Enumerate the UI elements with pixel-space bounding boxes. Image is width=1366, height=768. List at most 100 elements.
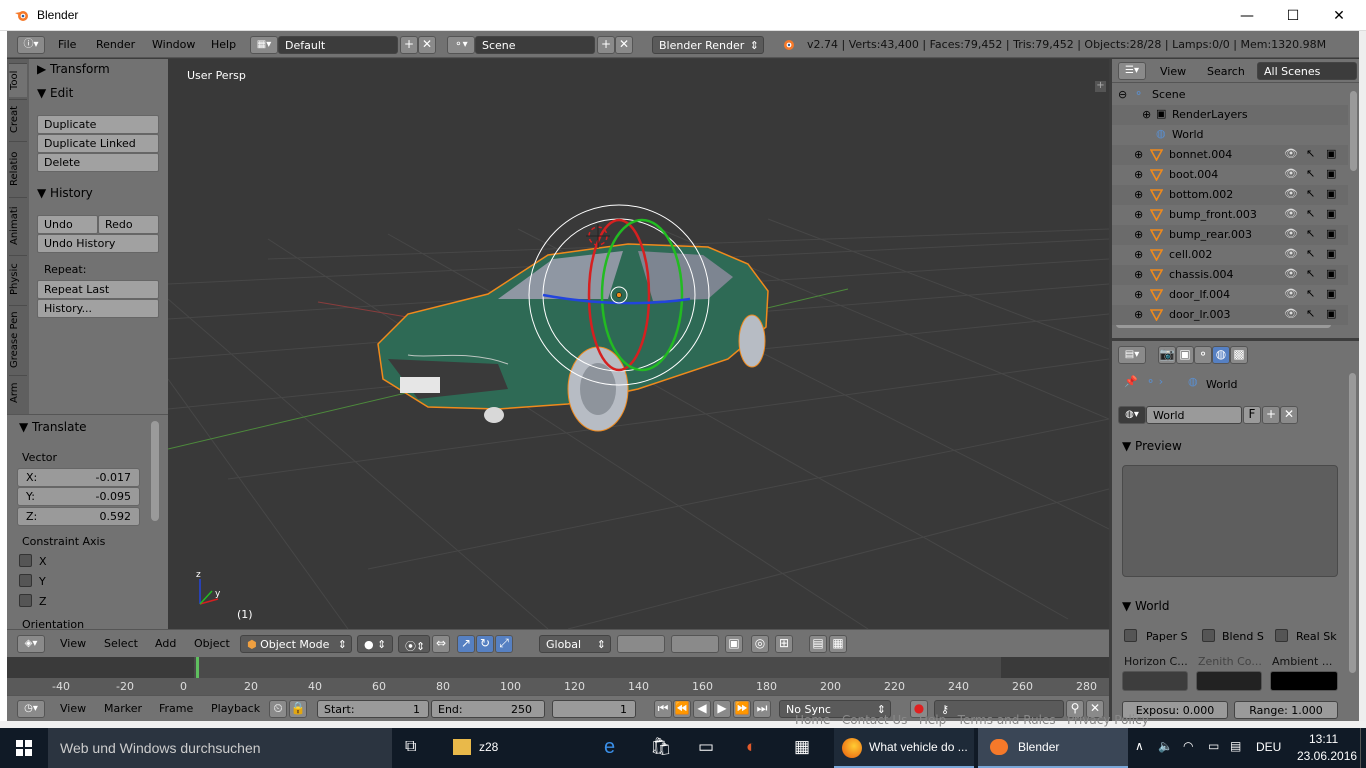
horizon-color-swatch[interactable] xyxy=(1122,671,1188,691)
renderable-camera-icon[interactable]: ▣ xyxy=(1326,287,1336,300)
selectable-cursor-icon[interactable]: ↖ xyxy=(1306,307,1315,320)
constraint-y-checkbox[interactable] xyxy=(19,574,32,587)
duplicate-linked-button[interactable]: Duplicate Linked xyxy=(37,134,159,153)
remove-screen-icon[interactable]: ✕ xyxy=(418,36,436,54)
prev-keyframe-icon[interactable]: ⏪ xyxy=(673,700,691,718)
add-scene-icon[interactable]: + xyxy=(597,36,615,54)
tab-create[interactable]: Creat xyxy=(9,99,27,139)
properties-scrollbar[interactable] xyxy=(1349,373,1356,673)
object-mode-dropdown[interactable]: ⬢ Object Mode ⇕ xyxy=(240,635,352,653)
history-button[interactable]: History... xyxy=(37,299,159,318)
view3d-menu-select[interactable]: Select xyxy=(104,637,138,650)
end-frame-field[interactable]: End: 250 xyxy=(431,700,545,718)
visibility-eye-icon[interactable]: 👁 xyxy=(1284,187,1298,200)
timeline[interactable]: -40 -20 0 20 40 60 80 100 120 140 160 180 200 220 240 2… xyxy=(7,657,1109,695)
prop-tab-render-icon[interactable]: 📷 xyxy=(1158,346,1176,364)
view3d-menu-view[interactable]: View xyxy=(60,637,86,650)
prop-tab-texture-icon[interactable]: ▩ xyxy=(1230,346,1248,364)
screen-layout-field[interactable]: Default xyxy=(278,36,398,54)
vector-y-field[interactable]: Y: -0.095 xyxy=(17,487,140,506)
edge-icon[interactable]: e xyxy=(604,736,615,759)
current-frame-field[interactable]: 1 xyxy=(552,700,636,718)
world-browse-icon[interactable]: ◍▾ xyxy=(1118,406,1146,424)
renderable-camera-icon[interactable]: ▣ xyxy=(1326,227,1336,240)
visibility-eye-icon[interactable]: 👁 xyxy=(1284,227,1298,240)
editor-type-info-icon[interactable]: ⓘ▾ xyxy=(17,36,45,54)
renderable-camera-icon[interactable]: ▣ xyxy=(1326,187,1336,200)
proportional-edit-icon[interactable]: ◎ xyxy=(751,635,769,653)
history-panel-header[interactable]: ▼ History xyxy=(37,186,93,200)
translate-panel-header[interactable]: ▼ Translate xyxy=(19,420,87,434)
paper-sky-checkbox[interactable] xyxy=(1124,629,1137,642)
undo-button[interactable]: Undo xyxy=(37,215,98,234)
manipulator-toggle-icon[interactable]: ⇔ xyxy=(432,635,450,653)
selectable-cursor-icon[interactable]: ↖ xyxy=(1306,207,1315,220)
range-field[interactable]: Range: 1.000 xyxy=(1234,701,1338,719)
selectable-cursor-icon[interactable]: ↖ xyxy=(1306,147,1315,160)
snap-icon[interactable]: ⊞ xyxy=(775,635,793,653)
preview-range-icon[interactable]: ⏲ xyxy=(269,700,287,718)
notifications-icon[interactable]: ▤ xyxy=(1230,739,1241,753)
pin-icon[interactable]: 📌 xyxy=(1124,375,1138,388)
renderable-camera-icon[interactable]: ▣ xyxy=(1326,167,1336,180)
outliner-row-object[interactable]: ⊕ bump_rear.003 👁 ↖ ▣ xyxy=(1112,225,1348,245)
outliner-tree[interactable]: ⊖ ⚬ Scene ⊕ ▣ RenderLayers ◍ World ⊕ bonnet… xyxy=(1112,83,1359,338)
visibility-eye-icon[interactable]: 👁 xyxy=(1284,307,1298,320)
layers-grid-a[interactable] xyxy=(617,635,665,653)
add-screen-icon[interactable]: + xyxy=(400,36,418,54)
renderable-camera-icon[interactable]: ▣ xyxy=(1326,247,1336,260)
outliner-row-object[interactable]: ⊕ bottom.002 👁 ↖ ▣ xyxy=(1112,185,1348,205)
outliner-row-renderlayers[interactable]: ⊕ ▣ RenderLayers xyxy=(1112,105,1348,125)
menu-window[interactable]: Window xyxy=(152,38,195,51)
lock-time-icon[interactable]: 🔒 xyxy=(289,700,307,718)
close-button[interactable]: ✕ xyxy=(1316,0,1362,31)
task-view-icon[interactable]: ⧉ xyxy=(405,738,416,756)
taskbar-firefox[interactable]: What vehicle do ... xyxy=(834,728,974,768)
visibility-eye-icon[interactable]: 👁 xyxy=(1284,167,1298,180)
world-panel-header[interactable]: ▼ World xyxy=(1122,599,1169,613)
taskbar-blender[interactable]: Blender xyxy=(978,728,1128,768)
store-icon[interactable]: 🛍 xyxy=(650,737,672,757)
photos-icon[interactable]: ▭ xyxy=(698,737,714,757)
outliner-row-world[interactable]: ◍ World xyxy=(1112,125,1348,145)
constraint-z-checkbox[interactable] xyxy=(19,594,32,607)
render-animation-icon[interactable]: ▦ xyxy=(829,635,847,653)
timeline-menu-playback[interactable]: Playback xyxy=(211,702,260,715)
editor-type-properties-icon[interactable]: ▤▾ xyxy=(1118,346,1146,364)
manipulator-rotate-icon[interactable]: ↻ xyxy=(476,635,494,653)
outliner-row-object[interactable]: ⊕ bonnet.004 👁 ↖ ▣ xyxy=(1112,145,1348,165)
tab-relations[interactable]: Relatio xyxy=(9,141,27,195)
tab-tool[interactable]: Tool xyxy=(9,63,27,97)
timeline-menu-marker[interactable]: Marker xyxy=(104,702,142,715)
tab-animation[interactable]: Animati xyxy=(9,197,27,253)
wifi-icon[interactable]: ◠ xyxy=(1183,739,1193,753)
fake-user-button[interactable]: F xyxy=(1243,406,1261,424)
remove-scene-icon[interactable]: ✕ xyxy=(615,36,633,54)
volume-icon[interactable]: 🔈 xyxy=(1158,739,1173,753)
editor-type-timeline-icon[interactable]: ◷▾ xyxy=(17,700,45,718)
outliner-row-object[interactable]: ⊕ door_lr.003 👁 ↖ ▣ xyxy=(1112,305,1348,325)
3d-viewport[interactable]: z y User Persp (1) + xyxy=(168,59,1109,629)
menu-help[interactable]: Help xyxy=(211,38,236,51)
minimize-button[interactable]: — xyxy=(1224,0,1270,31)
tab-physics[interactable]: Physic xyxy=(9,255,27,303)
zenith-color-swatch[interactable] xyxy=(1196,671,1262,691)
calculator-icon[interactable]: ▦ xyxy=(794,737,810,757)
next-keyframe-icon[interactable]: ⏩ xyxy=(733,700,751,718)
selectable-cursor-icon[interactable]: ↖ xyxy=(1306,167,1315,180)
undo-history-button[interactable]: Undo History xyxy=(37,234,159,253)
viewport-expand-icon[interactable]: + xyxy=(1095,81,1106,92)
preview-panel-header[interactable]: ▼ Preview xyxy=(1122,439,1182,453)
taskbar-search-box[interactable]: Web und Windows durchsuchen xyxy=(48,728,392,768)
view3d-menu-add[interactable]: Add xyxy=(155,637,176,650)
blend-sky-checkbox[interactable] xyxy=(1202,629,1215,642)
delete-button[interactable]: Delete xyxy=(37,153,159,172)
selectable-cursor-icon[interactable]: ↖ xyxy=(1306,227,1315,240)
manipulator-scale-icon[interactable]: ⤢ xyxy=(495,635,513,653)
render-engine-dropdown[interactable]: Blender Render ⇕ xyxy=(652,36,764,54)
prop-tab-world-icon[interactable]: ◍ xyxy=(1212,346,1230,364)
selectable-cursor-icon[interactable]: ↖ xyxy=(1306,267,1315,280)
menu-file[interactable]: File xyxy=(58,38,76,51)
outliner-menu-search[interactable]: Search xyxy=(1207,65,1245,78)
start-frame-field[interactable]: Start: 1 xyxy=(317,700,429,718)
